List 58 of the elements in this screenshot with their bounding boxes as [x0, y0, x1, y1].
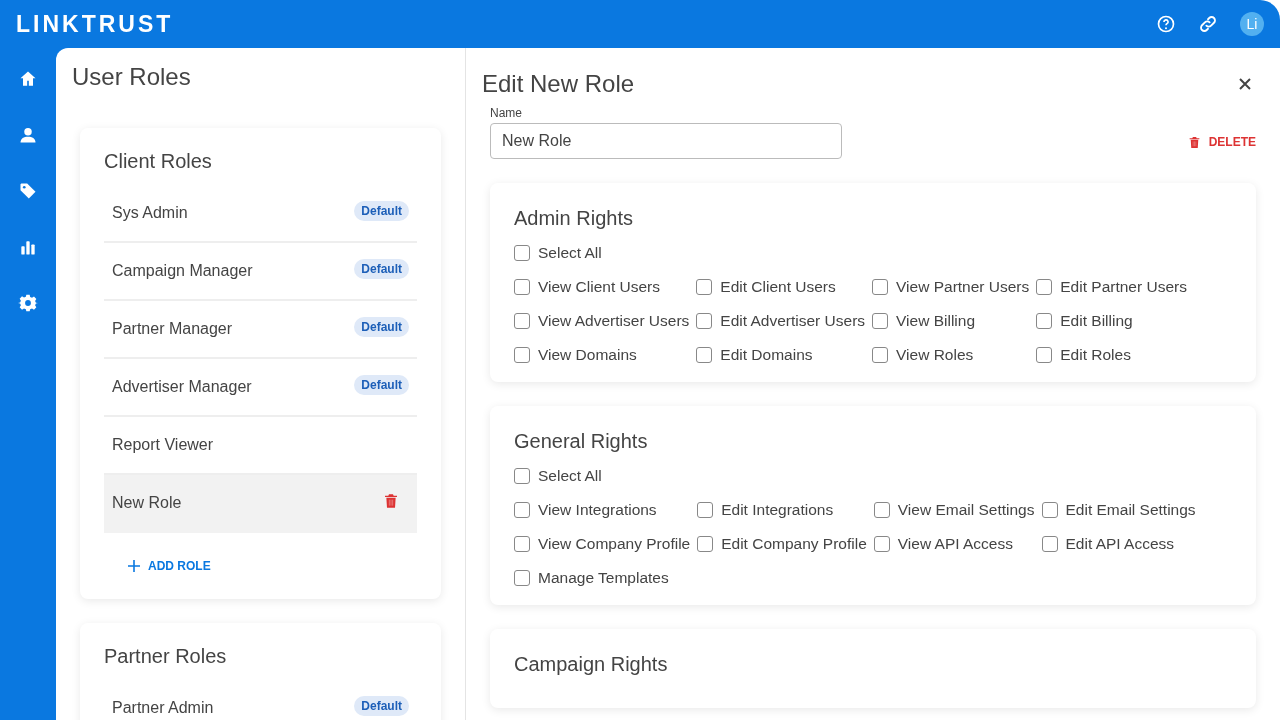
field-label: Name	[490, 106, 523, 120]
checkbox[interactable]: Edit API Access	[1041, 535, 1196, 553]
checkbox[interactable]: Edit Integrations	[697, 501, 867, 519]
checkbox[interactable]: View Email Settings	[873, 501, 1035, 519]
default-badge: Default	[354, 317, 409, 337]
editor-title: Edit New Role	[482, 71, 635, 97]
card-title: Partner Roles	[104, 645, 228, 668]
role-item[interactable]: Sys Admin Default	[104, 185, 417, 243]
plus-icon	[128, 560, 140, 572]
card-title: Admin Rights	[514, 207, 634, 230]
trash-icon	[1187, 135, 1201, 149]
delete-button[interactable]: DELETE	[1187, 135, 1256, 149]
checkbox[interactable]: Edit Domains	[696, 346, 866, 364]
checkbox[interactable]: Edit Billing	[1036, 312, 1187, 330]
role-item[interactable]: Partner Manager Default	[104, 301, 417, 359]
card-title: Client Roles	[104, 150, 213, 173]
role-item[interactable]: Campaign Manager Default	[104, 243, 417, 301]
role-name: Campaign Manager	[112, 262, 253, 280]
role-name: New Role	[112, 494, 182, 512]
checkbox[interactable]: View Domains	[514, 346, 690, 364]
checkbox[interactable]: View Integrations	[514, 501, 691, 519]
checkbox[interactable]: View Billing	[872, 312, 1030, 330]
checkbox[interactable]: Edit Advertiser Users	[696, 312, 866, 330]
role-item[interactable]: New Role	[104, 475, 417, 533]
default-badge: Default	[354, 696, 409, 716]
role-name: Advertiser Manager	[112, 378, 252, 396]
role-name: Partner Admin	[112, 699, 214, 717]
help-icon[interactable]	[1156, 14, 1176, 34]
logo: LINKTRUST	[16, 10, 174, 38]
card-title: Campaign Rights	[514, 653, 669, 676]
checkbox[interactable]: Edit Roles	[1036, 346, 1187, 364]
checkbox[interactable]: Edit Client Users	[696, 278, 866, 296]
role-name: Sys Admin	[112, 204, 188, 222]
checkbox[interactable]: Edit Email Settings	[1041, 501, 1196, 519]
default-badge: Default	[354, 375, 409, 395]
role-item[interactable]: Partner Admin Default	[104, 680, 417, 720]
checkbox[interactable]: Edit Partner Users	[1036, 278, 1187, 296]
checkbox[interactable]: Select All	[514, 244, 1232, 262]
checkbox[interactable]: View Partner Users	[872, 278, 1030, 296]
checkbox[interactable]: Select All	[514, 467, 1232, 485]
default-badge: Default	[354, 259, 409, 279]
checkbox[interactable]: View Company Profile	[514, 535, 691, 553]
close-icon[interactable]	[1238, 77, 1252, 91]
role-name: Partner Manager	[112, 320, 233, 338]
checkbox[interactable]: View API Access	[873, 535, 1035, 553]
role-item[interactable]: Advertiser Manager Default	[104, 359, 417, 417]
checkbox[interactable]: Edit Company Profile	[697, 535, 867, 553]
link-icon[interactable]	[1198, 14, 1218, 34]
card-title: General Rights	[514, 430, 649, 453]
checkbox[interactable]: View Client Users	[514, 278, 690, 296]
checkbox[interactable]: View Roles	[872, 346, 1030, 364]
role-name: Report Viewer	[112, 436, 214, 454]
checkbox[interactable]: Manage Templates	[514, 569, 691, 587]
add-role-button[interactable]: ADD ROLE	[128, 559, 211, 573]
checkbox[interactable]: View Advertiser Users	[514, 312, 690, 330]
page-title: User Roles	[72, 64, 192, 90]
default-badge: Default	[354, 201, 409, 221]
name-field[interactable]: New Role	[490, 123, 842, 159]
